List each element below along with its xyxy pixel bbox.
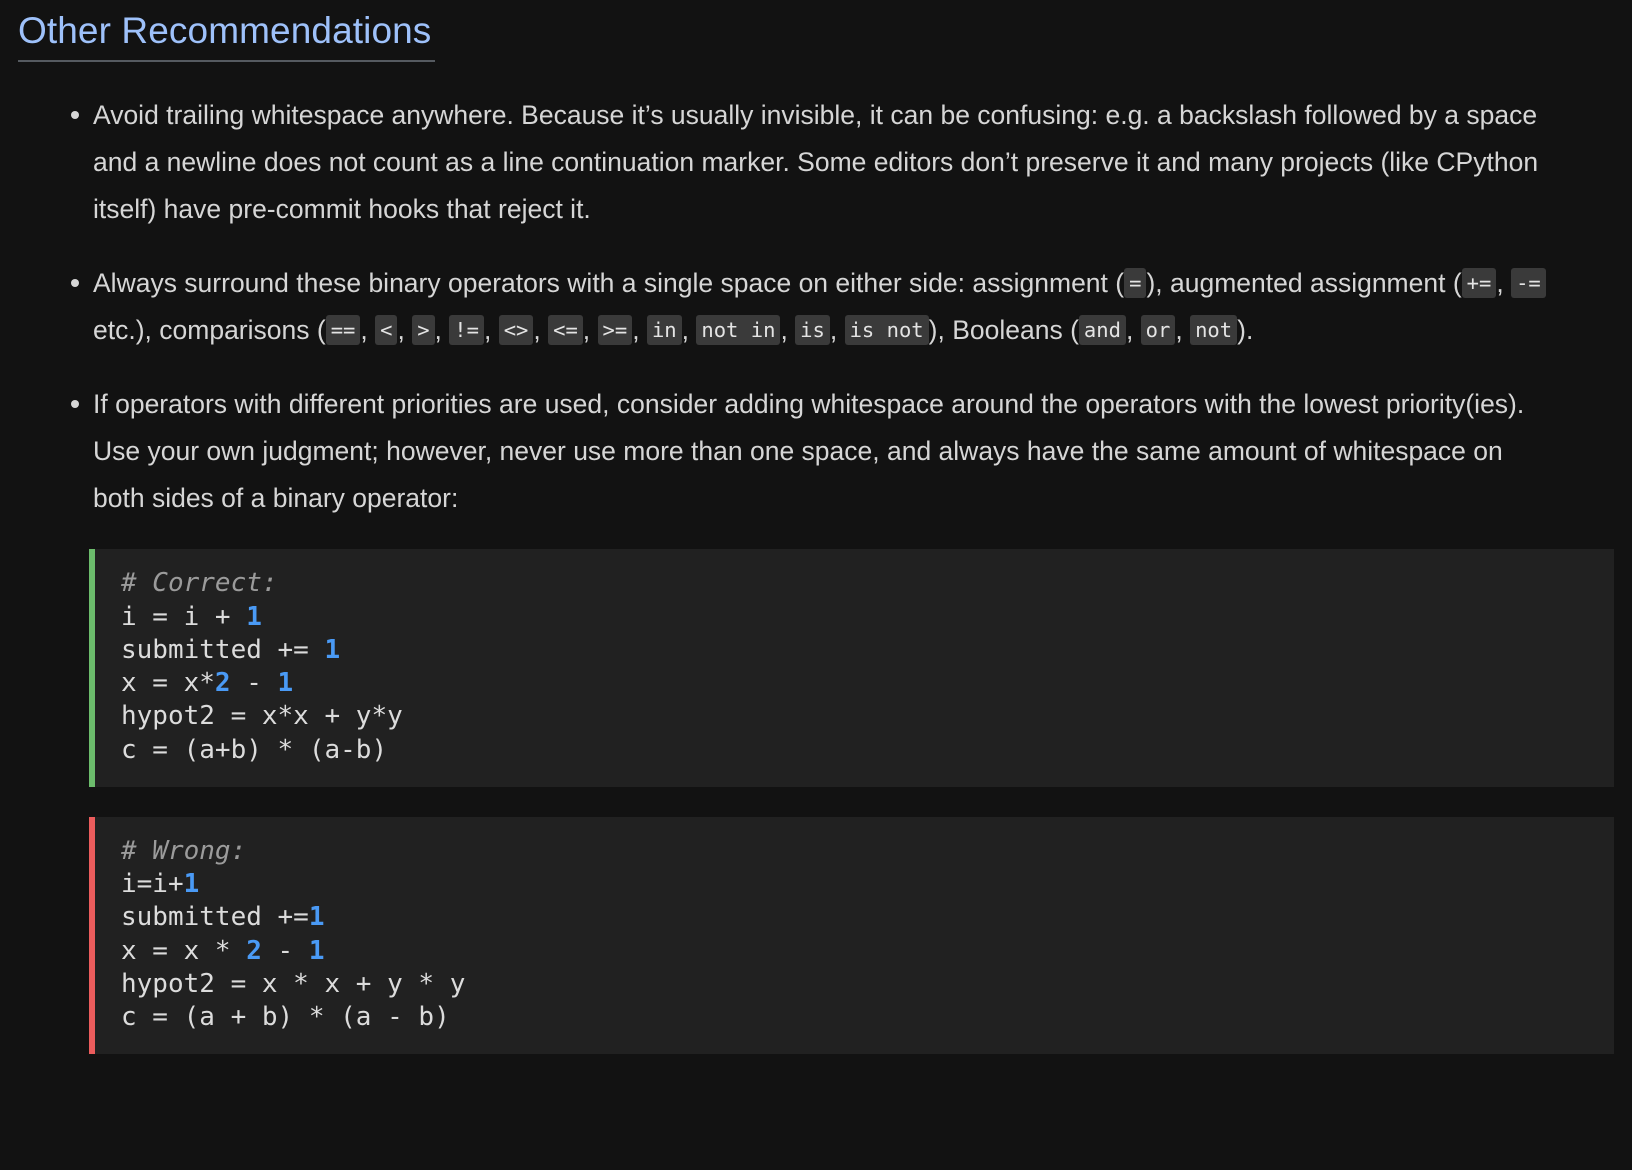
code-token-plain: submitted += (121, 634, 325, 665)
list-item: If operators with different priorities a… (18, 381, 1548, 521)
code-token-plain: - (261, 935, 309, 966)
code-token-num: 1 (246, 601, 262, 632)
inline-code-chip: = (1124, 268, 1147, 299)
inline-code-chip: -= (1511, 268, 1546, 299)
list-item-text: , (1496, 268, 1512, 299)
list-item-text: , (483, 314, 499, 345)
page-title[interactable]: Other Recommendations (18, 8, 436, 63)
list-item-text: ). (1237, 314, 1254, 345)
code-token-plain: c = (a + b) * (a - b) (121, 1002, 450, 1033)
inline-code-chip: >= (597, 314, 633, 345)
list-item-text: etc.), comparisons ( (93, 314, 326, 345)
list-item-text: , (829, 314, 845, 345)
inline-code-chip: or (1140, 314, 1176, 345)
list-item-text: , (1125, 314, 1141, 345)
list-item-text: Avoid trailing whitespace anywhere. Beca… (93, 100, 1539, 224)
list-item-text: If operators with different priorities a… (93, 389, 1525, 513)
code-token-plain: submitted += (121, 902, 309, 933)
code-token-num: 2 (214, 668, 231, 699)
list-item-text: , (434, 314, 450, 345)
code-token-plain: - (230, 668, 278, 699)
inline-code-chip: and (1078, 314, 1126, 345)
code-token-plain: i = i + (121, 601, 247, 632)
list-item-text: , (582, 314, 598, 345)
inline-code-chip: not (1190, 314, 1238, 345)
code-block-correct: # Correct: i = i + 1 submitted += 1 x = … (89, 549, 1614, 787)
code-token-plain: i=i+ (121, 869, 184, 900)
code-token-num: 2 (246, 935, 262, 966)
list-item-text: , (533, 314, 549, 345)
code-token-num: 1 (324, 634, 341, 665)
list-item: Always surround these binary operators w… (18, 260, 1548, 353)
code-token-plain: c = (a+b) * (a-b) (121, 734, 388, 765)
inline-code-chip: == (325, 314, 361, 345)
inline-code-chip: is (795, 314, 830, 345)
inline-code-chip: not in (696, 314, 781, 345)
list-item-text: , (397, 314, 413, 345)
code-block-accent-bar (89, 816, 95, 1055)
list-item-text: , (780, 314, 796, 345)
inline-code-chip: += (1461, 268, 1497, 299)
code-token-num: 1 (308, 935, 325, 966)
code-token-comment: # Correct: (121, 568, 278, 599)
recommendations-list: Avoid trailing whitespace anywhere. Beca… (18, 92, 1596, 521)
list-item-text: , (681, 314, 697, 345)
inline-code-chip: > (412, 314, 435, 345)
inline-code-chip: < (375, 314, 398, 345)
code-content: # Correct: i = i + 1 submitted += 1 x = … (89, 567, 1614, 767)
list-item-text: ), Booleans ( (928, 314, 1079, 345)
list-item-text: , (632, 314, 647, 345)
code-token-plain: hypot2 = x * x + y * y (121, 968, 466, 999)
list-item-text: , (360, 314, 376, 345)
code-token-num: 1 (277, 668, 294, 699)
code-content: # Wrong: i=i+1 submitted +=1 x = x * 2 -… (89, 835, 1614, 1035)
inline-code-chip: in (646, 314, 682, 345)
list-item: Avoid trailing whitespace anywhere. Beca… (18, 92, 1548, 232)
list-item-text: Always surround these binary operators w… (93, 268, 1125, 299)
list-item-text: , (1175, 314, 1191, 345)
code-token-plain: hypot2 = x*x + y*y (121, 701, 403, 732)
code-token-plain: x = x* (121, 668, 215, 699)
code-token-plain: x = x * (121, 935, 247, 966)
code-token-comment: # Wrong: (121, 835, 247, 866)
inline-code-chip: <> (498, 314, 534, 345)
list-item-text: ), augmented assignment ( (1146, 268, 1462, 299)
inline-code-chip: != (449, 314, 484, 345)
code-examples: # Correct: i = i + 1 submitted += 1 x = … (18, 549, 1614, 1055)
code-block-wrong: # Wrong: i=i+1 submitted +=1 x = x * 2 -… (89, 816, 1614, 1055)
code-token-num: 1 (308, 902, 325, 933)
inline-code-chip: is not (844, 314, 929, 345)
inline-code-chip: <= (548, 314, 583, 345)
code-block-accent-bar (89, 549, 95, 787)
code-token-num: 1 (183, 869, 200, 900)
document-page: Other Recommendations Avoid trailing whi… (0, 0, 1632, 1055)
